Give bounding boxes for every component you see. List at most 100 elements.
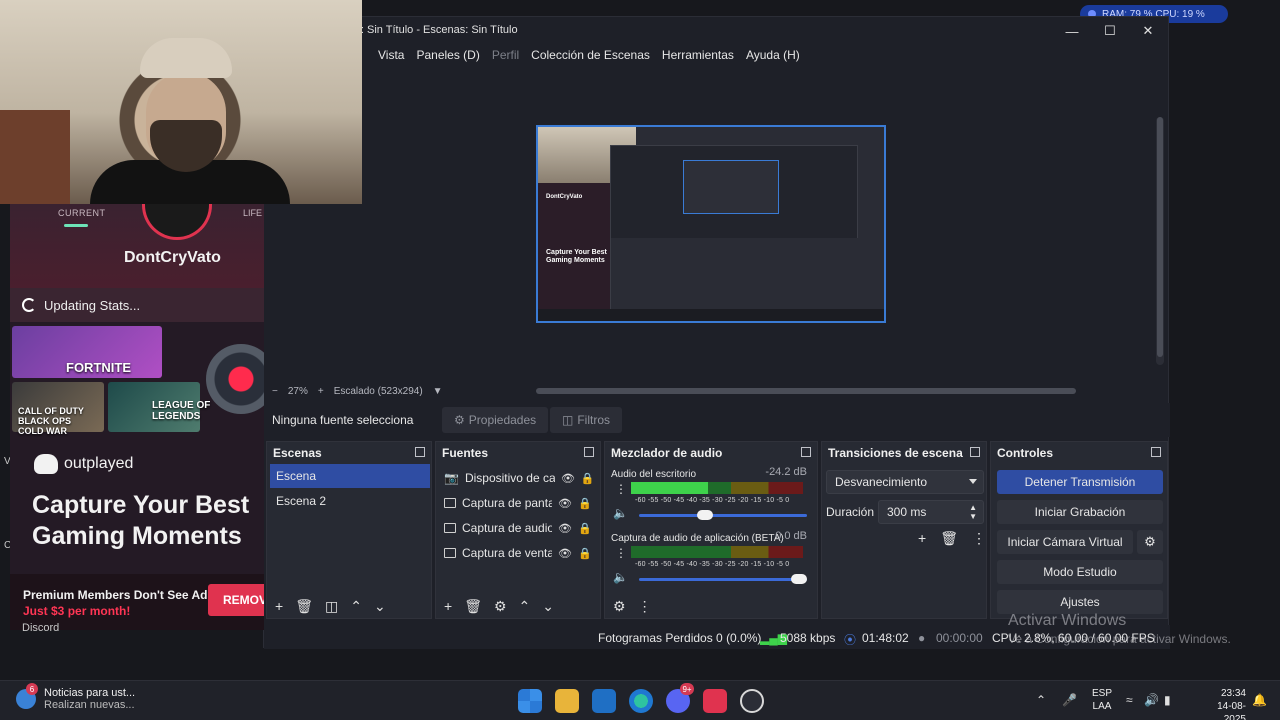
virtual-camera-settings-button[interactable]: ⚙ xyxy=(1137,530,1163,554)
eye-icon[interactable]: 👁 xyxy=(558,522,572,535)
language-indicator[interactable]: ESP LAA xyxy=(1092,687,1112,713)
menu-coleccion-escenas[interactable]: Colección de Escenas xyxy=(525,48,656,62)
preview-horizontal-scrollbar[interactable] xyxy=(536,388,1076,394)
game-tile-cod[interactable]: CALL OF DUTY BLACK OPS COLD WAR xyxy=(12,382,104,436)
add-icon[interactable]: + xyxy=(918,530,926,547)
zoom-dropdown-icon[interactable]: ▼ xyxy=(433,386,443,397)
game-tile-fortnite[interactable]: FORTNITE xyxy=(12,326,162,378)
lock-icon[interactable]: 🔒 xyxy=(578,547,592,560)
transition-select[interactable]: Desvanecimiento xyxy=(826,470,984,494)
scrollbar-thumb[interactable] xyxy=(1157,117,1163,357)
stop-streaming-button[interactable]: Detener Transmisión xyxy=(997,470,1163,494)
discord-icon[interactable]: 9+ xyxy=(666,683,694,713)
chevron-up-icon[interactable]: ⌃ xyxy=(519,598,531,615)
maximize-icon[interactable]: ☐ xyxy=(1092,21,1128,41)
volume-knob[interactable] xyxy=(696,510,713,520)
undock-icon[interactable] xyxy=(415,447,425,457)
microphone-icon[interactable]: 🎤 xyxy=(1062,693,1077,707)
add-icon[interactable]: + xyxy=(275,598,283,614)
trash-icon[interactable]: 🗑 xyxy=(295,598,313,615)
more-icon[interactable]: ⋮ xyxy=(972,530,986,547)
chevron-up-icon[interactable]: ⌃ xyxy=(350,598,362,615)
wifi-icon[interactable]: ≈ xyxy=(1126,693,1133,707)
preview-vertical-scrollbar[interactable] xyxy=(1156,117,1164,365)
program-preview[interactable]: DontCryVato Capture Your Best Gaming Mom… xyxy=(536,125,886,323)
filters-button[interactable]: ◫ Filtros xyxy=(550,407,623,433)
eye-icon[interactable]: 👁 xyxy=(558,497,572,510)
undock-icon[interactable] xyxy=(1151,447,1161,457)
spin-arrows-icon[interactable]: ▲ ▼ xyxy=(969,503,977,521)
zoom-in-button[interactable]: + xyxy=(318,386,324,397)
eye-icon[interactable]: 👁 xyxy=(561,472,575,485)
close-icon[interactable]: ✕ xyxy=(1130,21,1166,41)
trash-icon[interactable]: 🗑 xyxy=(464,598,482,615)
start-recording-button[interactable]: Iniciar Grabación xyxy=(997,500,1163,524)
file-explorer-icon[interactable] xyxy=(555,689,579,713)
chevron-up-icon[interactable]: ⌃ xyxy=(1036,693,1046,707)
scenes-dock-header: Escenas xyxy=(267,442,431,464)
current-tab[interactable]: CURRENT xyxy=(58,208,106,218)
channel-menu-icon[interactable]: ⋮ xyxy=(615,482,627,496)
scene-item[interactable]: Escena xyxy=(270,464,430,488)
menu-perfil[interactable]: Perfil xyxy=(486,48,525,62)
minimize-icon[interactable]: — xyxy=(1054,21,1090,41)
volume-icon[interactable]: 🔊 xyxy=(1144,693,1159,707)
lock-icon[interactable]: 🔒 xyxy=(578,522,592,535)
menu-ayuda[interactable]: Ayuda (H) xyxy=(740,48,806,62)
source-item[interactable]: Captura de pantalla 👁 🔒 xyxy=(444,491,600,515)
source-item[interactable]: 📷 Dispositivo de captura de video 👁 🔒 xyxy=(444,466,600,490)
eye-icon[interactable]: 👁 xyxy=(558,547,572,560)
lock-icon[interactable]: 🔒 xyxy=(581,472,595,485)
menu-paneles[interactable]: Paneles (D) xyxy=(410,48,485,62)
scene-item[interactable]: Escena 2 xyxy=(270,489,430,513)
level-fill xyxy=(631,482,709,494)
volume-knob[interactable] xyxy=(791,574,807,584)
news-widget[interactable]: 6 Noticias para ust... Realizan nuevas..… xyxy=(16,683,135,711)
windows-start-icon[interactable] xyxy=(518,689,542,713)
news-subtitle: Realizan nuevas... xyxy=(44,699,135,711)
chevron-down-icon[interactable]: ⌄ xyxy=(542,598,554,615)
chevron-down-icon[interactable]: ⌄ xyxy=(374,598,386,615)
speaker-icon[interactable]: 🔈 xyxy=(613,506,628,520)
zoom-out-button[interactable]: − xyxy=(272,386,278,397)
battery-icon[interactable]: ▮ xyxy=(1164,693,1171,707)
volume-slider[interactable] xyxy=(639,574,807,584)
lock-icon[interactable]: 🔒 xyxy=(578,497,592,510)
outplayed-logo-icon xyxy=(34,454,58,474)
undock-icon[interactable] xyxy=(970,447,980,457)
source-item[interactable]: Captura de ventana 👁 🔒 xyxy=(444,541,600,565)
gear-icon[interactable]: ⚙ xyxy=(613,598,626,615)
channel-name: Captura de audio de aplicación (BETA) xyxy=(611,533,784,544)
trash-icon[interactable]: 🗑 xyxy=(940,530,958,547)
studio-mode-button[interactable]: Modo Estudio xyxy=(997,560,1163,584)
source-item[interactable]: Captura de audio 👁 🔒 xyxy=(444,516,600,540)
obs-taskbar-icon[interactable] xyxy=(740,689,764,713)
outplayed-taskbar-icon[interactable] xyxy=(703,689,727,713)
notification-bell-icon[interactable]: 🔔 xyxy=(1252,693,1267,707)
activate-windows-watermark: Activar Windows Ve a Configuración para … xyxy=(1008,612,1231,646)
transitions-title: Transiciones de escena xyxy=(828,446,963,460)
gear-icon[interactable]: ⚙ xyxy=(494,598,507,615)
mixer-toolbar: ⚙ ⋮ xyxy=(605,594,817,618)
clock[interactable]: 23:34 14-08-2025 xyxy=(1208,687,1246,720)
outlook-icon[interactable] xyxy=(592,689,616,713)
channel-menu-icon[interactable]: ⋮ xyxy=(615,546,627,560)
add-icon[interactable]: + xyxy=(444,598,452,614)
game-tile-lol[interactable]: LEAGUE OF LEGENDS xyxy=(108,382,210,432)
filter-icon[interactable]: ◫ xyxy=(325,598,338,615)
undock-icon[interactable] xyxy=(801,447,811,457)
remove-ads-button[interactable]: REMOVE xyxy=(208,584,264,616)
menu-vista[interactable]: Vista xyxy=(372,48,410,62)
lifetime-tab[interactable]: LIFE xyxy=(243,208,262,218)
undock-icon[interactable] xyxy=(584,447,594,457)
menu-herramientas[interactable]: Herramientas xyxy=(656,48,740,62)
duration-spinbox[interactable]: 300 ms ▲ ▼ xyxy=(878,500,984,524)
settings-button[interactable]: Ajustes xyxy=(997,590,1163,614)
properties-button[interactable]: ⚙ Propiedades xyxy=(442,407,549,433)
edge-icon[interactable] xyxy=(629,689,653,713)
volume-slider[interactable] xyxy=(639,510,807,520)
speaker-icon[interactable]: 🔈 xyxy=(613,570,628,584)
more-icon[interactable]: ⋮ xyxy=(638,598,652,615)
start-virtual-camera-button[interactable]: Iniciar Cámara Virtual xyxy=(997,530,1133,554)
preview-area[interactable]: DontCryVato Capture Your Best Gaming Mom… xyxy=(264,65,1156,385)
